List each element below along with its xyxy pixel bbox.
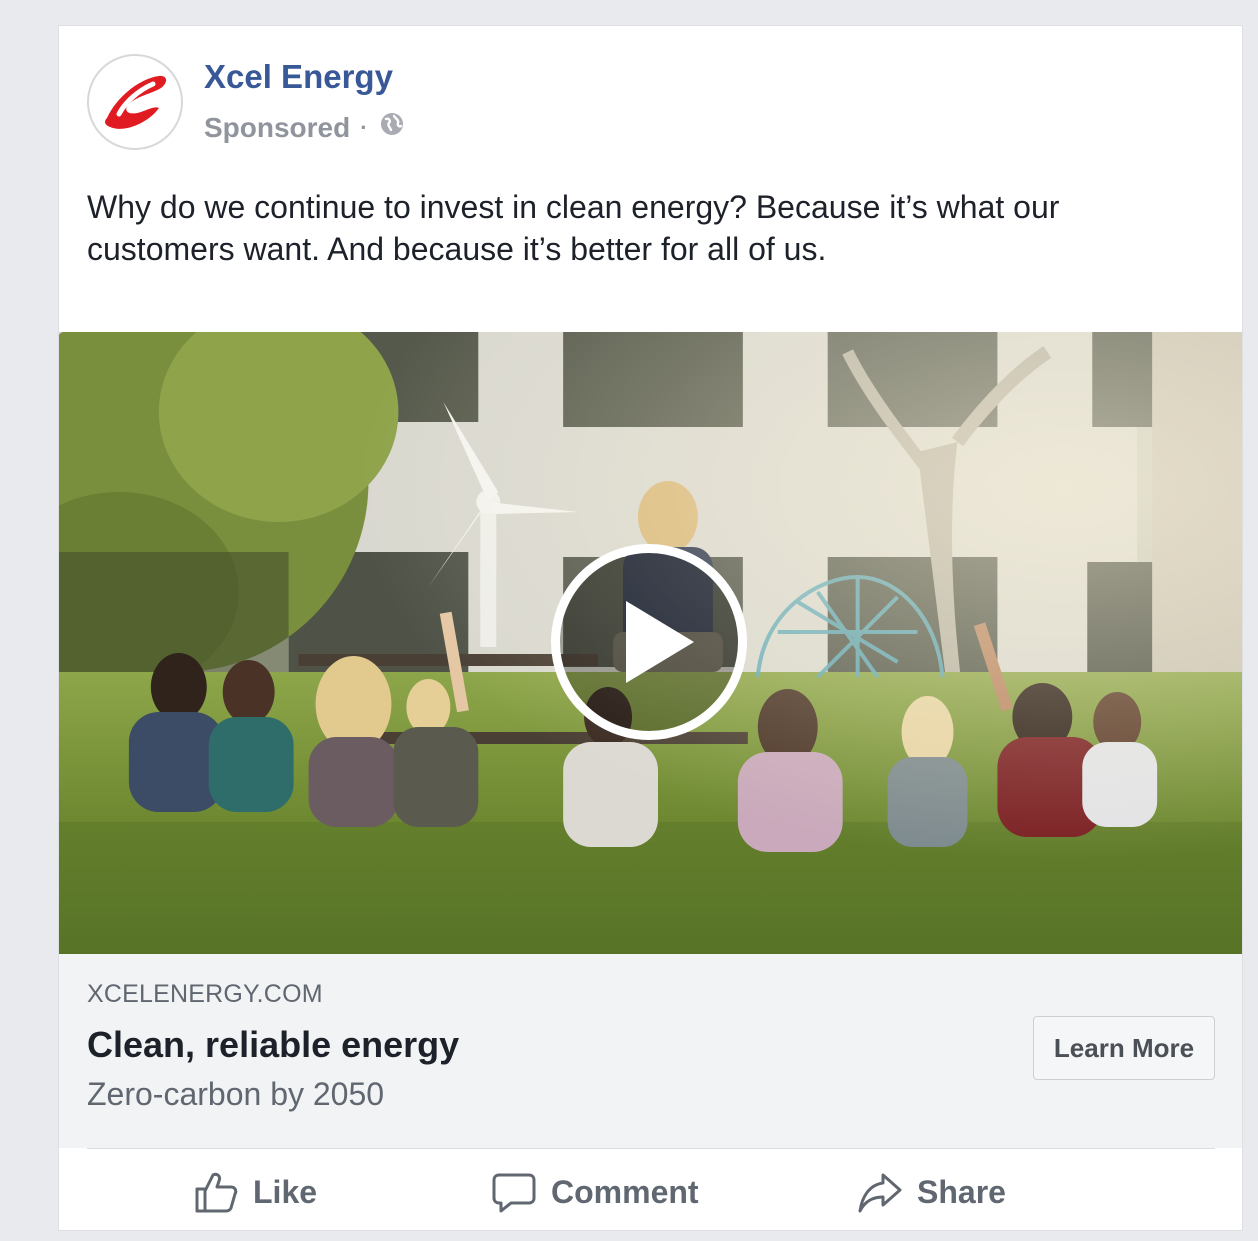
video-thumbnail[interactable]	[59, 332, 1242, 954]
page-name-link[interactable]: Xcel Energy	[204, 58, 393, 96]
share-button[interactable]: Share	[857, 1166, 1006, 1218]
share-label: Share	[917, 1173, 1006, 1210]
link-description: Zero-carbon by 2050	[87, 1076, 385, 1112]
meta-separator: ·	[360, 114, 368, 140]
play-button[interactable]	[551, 544, 747, 740]
comment-button[interactable]: Comment	[491, 1166, 699, 1218]
sponsored-label[interactable]: Sponsored	[204, 112, 350, 144]
share-arrow-icon	[857, 1169, 903, 1215]
play-icon	[626, 601, 694, 683]
comment-label: Comment	[551, 1173, 699, 1210]
actions-divider	[87, 1148, 1215, 1149]
post-text: Why do we continue to invest in clean en…	[87, 189, 1060, 267]
comment-bubble-icon	[491, 1169, 537, 1215]
post-actions-bar: Like Comment Share	[59, 1156, 1242, 1228]
globe-icon	[378, 110, 406, 145]
like-button[interactable]: Like	[193, 1166, 317, 1218]
link-preview[interactable]: XCELENERGY.COM Clean, reliable energy Ze…	[59, 954, 1242, 1148]
xcel-logo-icon	[105, 75, 167, 129]
sponsored-post-card: Xcel Energy Sponsored · Why do we contin…	[58, 25, 1243, 1231]
learn-more-button[interactable]: Learn More	[1033, 1016, 1215, 1080]
link-domain: XCELENERGY.COM	[87, 980, 323, 1008]
like-label: Like	[253, 1173, 318, 1210]
post-meta: Sponsored ·	[204, 110, 406, 145]
post-header: Xcel Energy Sponsored ·	[59, 26, 1242, 166]
link-title[interactable]: Clean, reliable energy	[87, 1024, 459, 1066]
thumbs-up-icon	[193, 1169, 239, 1215]
xcel-energy-logo-avatar[interactable]	[87, 54, 183, 150]
